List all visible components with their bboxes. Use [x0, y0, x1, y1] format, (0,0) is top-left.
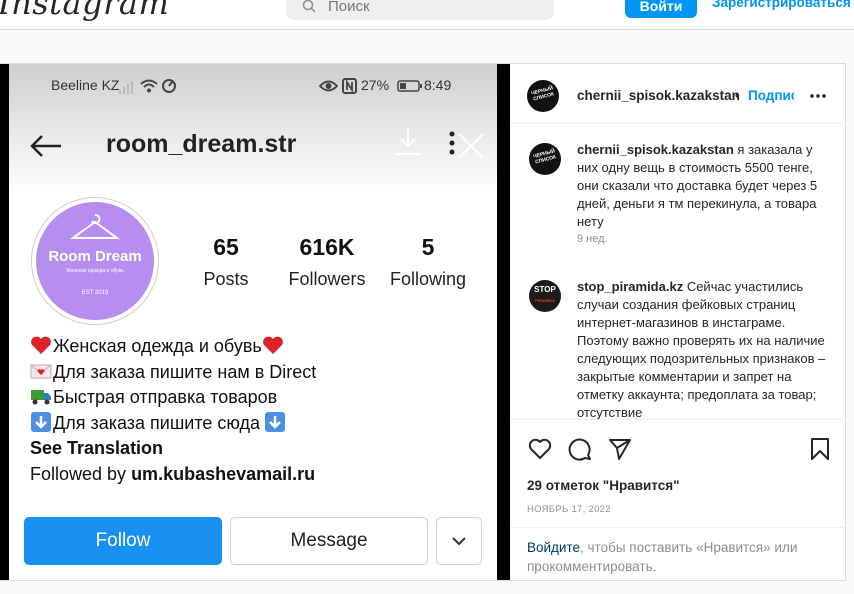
likes-count[interactable]: 29 отметок "Нравится": [527, 478, 680, 493]
bio-line: Женская одежда и обувь: [30, 334, 490, 360]
profile-avatar: Room Dream Женская одежда и обувь EST 20…: [31, 197, 159, 325]
phone-suggest-button: [436, 517, 482, 565]
login-link[interactable]: Войдите: [527, 540, 580, 555]
stat-value: 65: [213, 234, 239, 260]
eye-icon: [319, 80, 338, 92]
clock: 8:49: [424, 77, 452, 93]
battery-percent: 27%: [361, 77, 390, 93]
phone-follow-button: Follow: [24, 517, 222, 565]
avatar-tagline: Женская одежда и обувь: [66, 268, 124, 274]
instagram-logo[interactable]: Instagram: [0, 0, 169, 22]
follow-link[interactable]: Подписаться: [748, 88, 794, 103]
post-date: НОЯБРЬ 17, 2022: [527, 504, 611, 515]
profile-bio: Женская одежда и обувь Для заказа пишите…: [30, 334, 490, 487]
phone-message-button: Message: [230, 517, 428, 565]
search-icon: [302, 0, 316, 13]
login-prompt: Войдите, чтобы поставить «Нравится» или …: [511, 527, 847, 581]
heart-icon: [262, 336, 283, 354]
share-icon[interactable]: [607, 436, 633, 462]
stop-avatar-sub: PIRAMIDA: [535, 298, 555, 303]
bio-line: Для заказа пишите сюда: [30, 411, 490, 437]
download-icon[interactable]: [393, 126, 423, 158]
stat-following: 5 Following: [378, 234, 478, 290]
nfc-icon: [342, 78, 357, 94]
comment-time: 9 нед.: [577, 233, 608, 245]
back-arrow-icon: [30, 135, 61, 157]
comment-avatar[interactable]: STOP PIRAMIDA: [529, 280, 561, 312]
phone-screenshot: Beeline KZ 27% 8:49 room_dream.str Room …: [9, 64, 497, 580]
heart-icon: [31, 336, 51, 354]
comment-body: chernii_spisok.kazakstan я заказала у ни…: [577, 141, 833, 231]
stat-label: Posts: [203, 269, 249, 289]
stat-value: 5: [421, 234, 435, 260]
bio-text: Женская одежда и обувь: [53, 336, 262, 356]
comments-list[interactable]: ЧЕРНЫЙ СПИСОК chernii_spisok.kazakstan я…: [511, 125, 847, 419]
search-box[interactable]: [286, 0, 554, 20]
comment-username[interactable]: chernii_spisok.kazakstan: [577, 142, 734, 157]
love-letter-icon: [30, 364, 52, 378]
signup-link[interactable]: Зарегистрироваться: [712, 0, 851, 10]
stat-posts: 65 Posts: [176, 234, 276, 290]
stat-value: 616K: [299, 234, 355, 260]
author-avatar-text: ЧЕРНЫЙ СПИСОК: [530, 85, 555, 103]
down-arrow-icon: [265, 411, 286, 432]
comment-avatar[interactable]: ЧЕРНЫЙ СПИСОК: [529, 143, 561, 175]
comment-avatar-text: ЧЕРНЫЙ СПИСОК: [532, 148, 557, 166]
post-actions: 29 отметок "Нравится" НОЯБРЬ 17, 2022 Во…: [511, 419, 847, 580]
post-media[interactable]: Beeline KZ 27% 8:49 room_dream.str Room …: [0, 64, 510, 580]
separator-dot: •: [735, 88, 740, 103]
followed-by: Followed by um.kubashevamail.ru: [30, 462, 490, 488]
comment-icon[interactable]: [567, 436, 593, 462]
stop-avatar-word: STOP: [534, 285, 556, 294]
author-username[interactable]: chernii_spisok.kazakstan: [577, 88, 740, 103]
phone-profile-header: room_dream.str: [9, 126, 497, 166]
comment-text: Сейчас участились случаи создания фейков…: [577, 279, 826, 419]
post-dialog: Beeline KZ 27% 8:49 room_dream.str Room …: [0, 63, 847, 581]
see-translation: See Translation: [30, 438, 164, 458]
post-sidebar: ЧЕРНЫЙ СПИСОК chernii_spisok.kazakstan •…: [510, 64, 847, 580]
stat-followers: 616K Followers: [277, 234, 377, 290]
bio-line: Быстрая отправка товаров: [30, 385, 490, 411]
avatar-brand: Room Dream: [48, 248, 142, 265]
chevron-down-icon: [452, 537, 466, 546]
followed-by-user: um.kubashevamail.ru: [131, 463, 316, 484]
stat-label: Following: [389, 269, 467, 289]
comment-username[interactable]: stop_piramida.kz: [577, 279, 683, 294]
author-avatar[interactable]: ЧЕРНЫЙ СПИСОК: [527, 80, 559, 112]
more-options-icon[interactable]: [809, 88, 827, 104]
followed-by-prefix: Followed by: [30, 463, 132, 484]
phone-profile-username: room_dream.str: [106, 130, 297, 158]
search-input[interactable]: [328, 0, 528, 16]
avatar-est: EST 2019: [81, 290, 109, 296]
close-icon[interactable]: [455, 130, 487, 162]
top-bar: Instagram Войти Зарегистрироваться: [0, 0, 854, 30]
carrier-name: Beeline KZ: [51, 77, 120, 93]
comment-body: stop_piramida.kz Сейчас участились случа…: [577, 278, 833, 419]
down-arrow-icon: [31, 411, 51, 432]
truck-icon: [31, 390, 51, 405]
bookmark-icon[interactable]: [807, 436, 833, 462]
post-header: ЧЕРНЫЙ СПИСОК chernii_spisok.kazakstan •…: [511, 64, 847, 124]
stat-label: Followers: [288, 269, 366, 289]
bio-text: Для заказа пишите нам в Direct: [53, 361, 317, 382]
bio-text: Для заказа пишите сюда: [53, 412, 261, 433]
login-button[interactable]: Войти: [625, 0, 697, 18]
phone-status-bar: Beeline KZ 27% 8:49: [9, 76, 497, 96]
heart-icon[interactable]: [527, 436, 553, 462]
bio-text: Быстрая отправка товаров: [53, 387, 278, 407]
battery-icon: [397, 80, 422, 92]
room-dream-logo: Room Dream Женская одежда и обувь EST 20…: [36, 202, 154, 320]
hanger-icon: [70, 214, 120, 239]
signal-wifi-icon: [119, 79, 176, 94]
bio-line: Для заказа пишите нам в Direct: [30, 360, 490, 386]
